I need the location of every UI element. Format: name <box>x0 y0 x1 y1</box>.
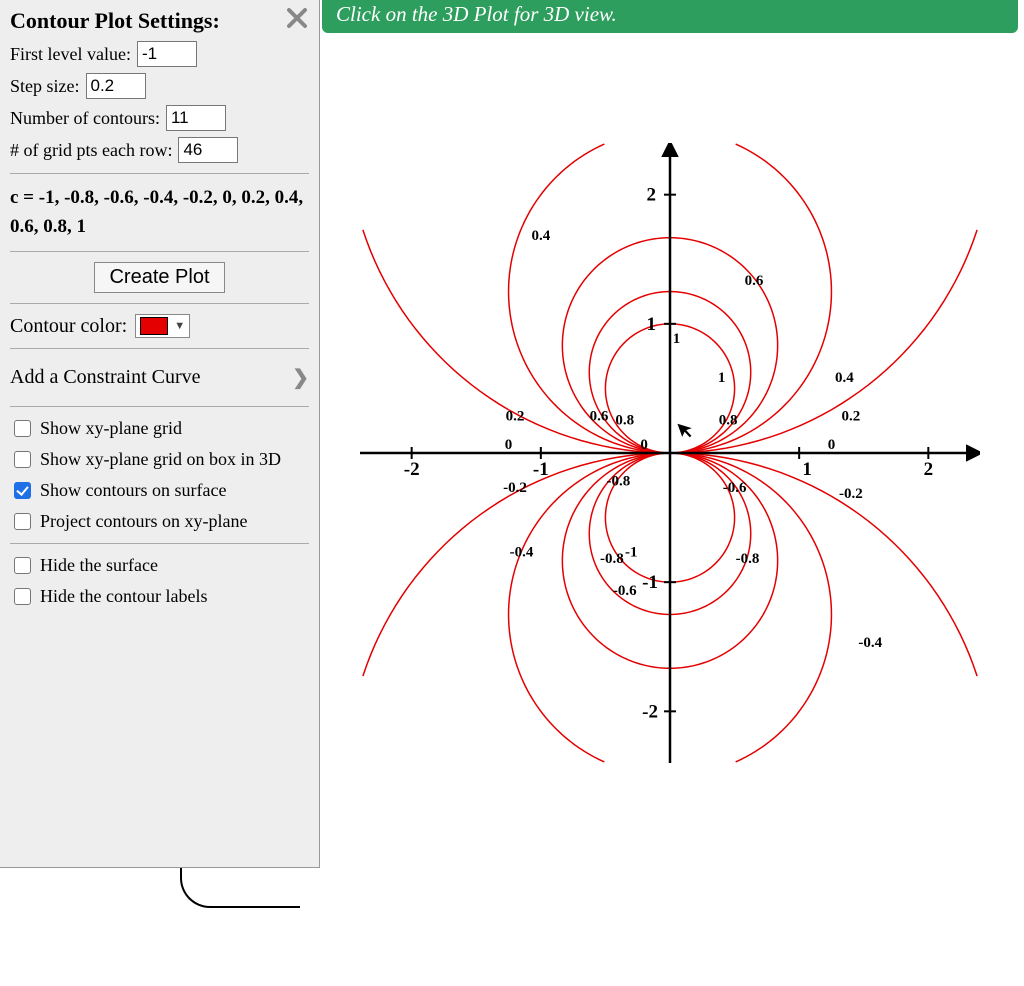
show-xy-grid-row[interactable]: Show xy-plane grid <box>10 417 309 440</box>
svg-text:-0.8: -0.8 <box>606 473 630 489</box>
svg-text:1: 1 <box>647 314 657 335</box>
svg-text:0.2: 0.2 <box>841 409 860 425</box>
project-contours-label: Project contours on xy-plane <box>40 511 247 532</box>
show-xy-grid-checkbox[interactable] <box>14 420 31 437</box>
first-level-input[interactable] <box>137 41 197 67</box>
svg-text:-0.2: -0.2 <box>839 486 863 502</box>
show-xy-grid-3d-checkbox[interactable] <box>14 451 31 468</box>
svg-text:1: 1 <box>802 459 812 480</box>
svg-text:0.8: 0.8 <box>615 413 634 429</box>
num-contours-input[interactable] <box>166 105 226 131</box>
step-size-label: Step size: <box>10 76 80 97</box>
show-xy-grid-label: Show xy-plane grid <box>40 418 182 439</box>
contour-plot-svg: -2-11221-1-2xy0.40.60.20.60.8110.40.80.2… <box>360 143 980 763</box>
hide-labels-checkbox[interactable] <box>14 588 31 605</box>
hide-surface-label: Hide the surface <box>40 555 158 576</box>
svg-text:0.6: 0.6 <box>590 409 609 425</box>
grid-pts-input[interactable] <box>178 137 238 163</box>
svg-text:0.4: 0.4 <box>531 228 550 244</box>
svg-text:2: 2 <box>924 459 934 480</box>
show-xy-grid-3d-row[interactable]: Show xy-plane grid on box in 3D <box>10 448 309 471</box>
panel-title: Contour Plot Settings: <box>10 8 220 34</box>
hide-surface-checkbox[interactable] <box>14 557 31 574</box>
hide-labels-label: Hide the contour labels <box>40 586 207 607</box>
svg-text:0.6: 0.6 <box>745 273 764 289</box>
svg-text:-0.4: -0.4 <box>858 635 882 651</box>
panel-tail-decoration <box>180 868 300 908</box>
show-contours-label: Show contours on surface <box>40 480 226 501</box>
grid-pts-label: # of grid pts each row: <box>10 140 172 161</box>
num-contours-label: Number of contours: <box>10 108 160 129</box>
svg-text:0.8: 0.8 <box>719 413 738 429</box>
constraint-label: Add a Constraint Curve <box>10 366 201 389</box>
step-size-input[interactable] <box>86 73 146 99</box>
svg-text:-0.6: -0.6 <box>613 583 637 599</box>
svg-text:-0.8: -0.8 <box>600 551 624 567</box>
svg-text:0: 0 <box>505 437 513 453</box>
svg-text:0.4: 0.4 <box>835 370 854 386</box>
banner-3d-hint: Click on the 3D Plot for 3D view. <box>322 0 1018 33</box>
svg-text:-0.8: -0.8 <box>736 551 760 567</box>
close-icon[interactable] <box>285 6 309 35</box>
hide-labels-row[interactable]: Hide the contour labels <box>10 585 309 608</box>
project-contours-checkbox[interactable] <box>14 513 31 530</box>
svg-text:0: 0 <box>640 437 648 453</box>
chevron-down-icon: ▼ <box>174 320 185 332</box>
hide-surface-row[interactable]: Hide the surface <box>10 554 309 577</box>
svg-text:1: 1 <box>718 370 726 386</box>
first-level-label: First level value: <box>10 44 131 65</box>
contour-color-picker[interactable]: ▼ <box>135 314 190 338</box>
create-plot-button[interactable]: Create Plot <box>94 262 224 293</box>
svg-text:-2: -2 <box>642 701 658 722</box>
svg-text:-0.2: -0.2 <box>503 480 527 496</box>
show-contours-checkbox[interactable] <box>14 482 31 499</box>
svg-text:-0.6: -0.6 <box>723 480 747 496</box>
svg-text:-1: -1 <box>642 572 658 593</box>
svg-text:2: 2 <box>647 185 657 206</box>
svg-text:1: 1 <box>673 331 681 347</box>
show-contours-row[interactable]: Show contours on surface <box>10 479 309 502</box>
svg-text:0.2: 0.2 <box>506 409 525 425</box>
svg-text:0: 0 <box>828 437 836 453</box>
color-swatch <box>140 317 168 335</box>
svg-text:-1: -1 <box>625 544 638 560</box>
contour-color-label: Contour color: <box>10 315 127 338</box>
svg-text:-2: -2 <box>404 459 420 480</box>
svg-text:-0.4: -0.4 <box>510 544 534 560</box>
add-constraint-curve[interactable]: Add a Constraint Curve ❯ <box>10 359 309 396</box>
contour-plot-area[interactable]: -2-11221-1-2xy0.40.60.20.60.8110.40.80.2… <box>320 33 1024 986</box>
settings-panel: Contour Plot Settings: First level value… <box>0 0 320 868</box>
chevron-right-icon: ❯ <box>292 365 309 390</box>
c-values-list: c = -1, -0.8, -0.6, -0.4, -0.2, 0, 0.2, … <box>10 184 309 241</box>
svg-text:-1: -1 <box>533 459 549 480</box>
show-xy-grid-3d-label: Show xy-plane grid on box in 3D <box>40 449 281 470</box>
project-contours-row[interactable]: Project contours on xy-plane <box>10 510 309 533</box>
